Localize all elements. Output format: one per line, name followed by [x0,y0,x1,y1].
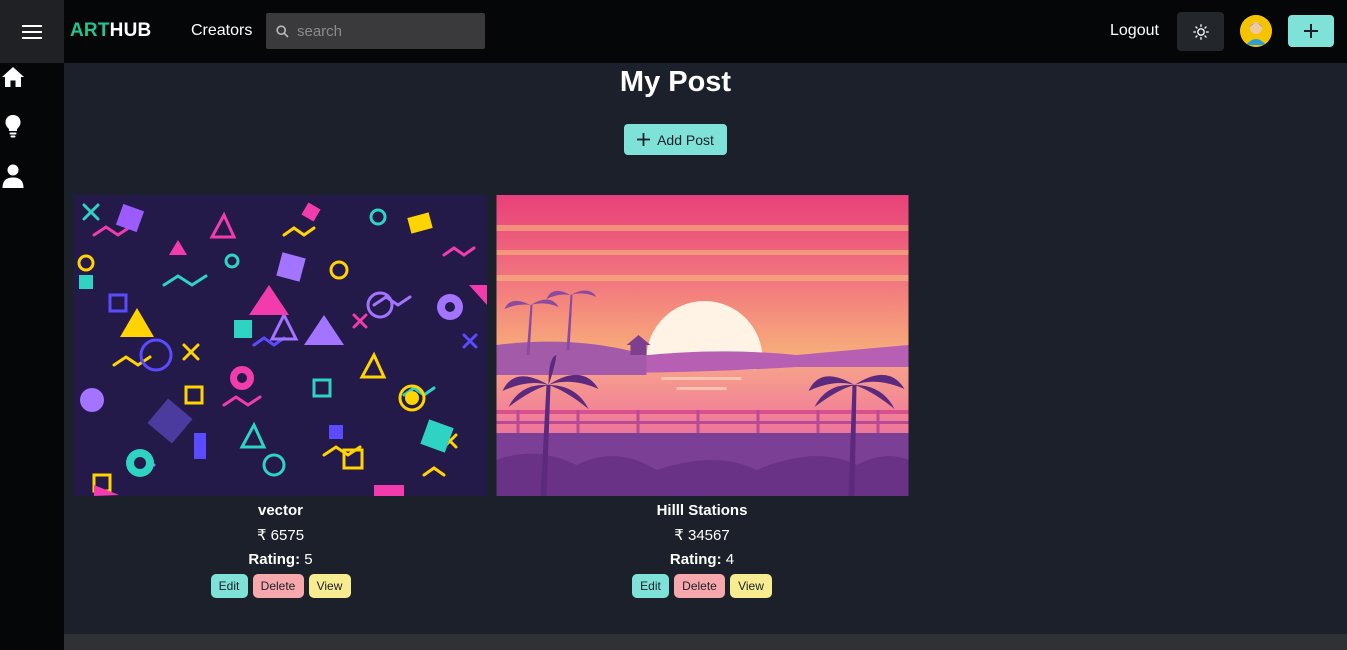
rating-value: 4 [725,551,735,568]
post-price: ₹ 34567 [674,527,730,544]
edit-button[interactable]: Edit [210,574,248,598]
plus-icon [637,133,651,146]
delete-button[interactable]: Delete [252,574,304,598]
logout-link[interactable]: Logout [1110,22,1159,40]
brand-part-art: ART [70,20,110,41]
delete-button[interactable]: Delete [674,574,725,598]
rating-label: Rating: [248,551,301,568]
theme-toggle-button[interactable] [1177,12,1224,51]
brand-part-hub: HUB [109,20,152,41]
post-price: ₹ 6575 [256,527,305,544]
sun-icon [1192,23,1209,40]
plus-icon [1304,24,1318,38]
post-image[interactable] [74,195,487,496]
sidebar [0,63,64,650]
post-actions: Edit Delete View [74,574,487,598]
rating-value: 5 [304,551,313,568]
rating-label: Rating: [669,551,722,568]
user-avatar[interactable] [1240,15,1272,47]
nav-link-creators[interactable]: Creators [191,22,252,40]
post-rating: Rating: 5 [74,551,487,568]
page-title: My Post [619,66,732,98]
footer-band [64,634,1347,650]
post-card: vector ₹ 6575 Rating: 5 Edit Delete View [74,195,487,598]
view-button[interactable]: View [730,574,772,598]
post-actions: Edit Delete View [496,574,908,598]
top-navbar: ARTHUB Creators Logout [0,0,1347,63]
hamburger-icon[interactable] [0,0,64,63]
post-rating: Rating: 4 [496,551,908,568]
post-title: vector [257,502,304,519]
post-card: Hilll Stations ₹ 34567 Rating: 4 Edit De… [496,195,909,598]
edit-button[interactable]: Edit [632,574,669,598]
search-icon [276,24,289,38]
create-button[interactable] [1288,15,1334,47]
add-post-label: Add Post [657,131,714,148]
user-icon[interactable] [0,163,26,189]
search-box [266,13,485,49]
view-button[interactable]: View [308,574,351,598]
post-image[interactable] [496,195,909,496]
search-input[interactable] [297,22,477,40]
post-title: Hilll Stations [656,502,748,519]
add-post-button[interactable]: Add Post [624,124,727,155]
home-icon[interactable] [0,64,26,90]
brand-logo[interactable]: ARTHUB [70,20,151,42]
lightbulb-icon[interactable] [0,113,26,139]
